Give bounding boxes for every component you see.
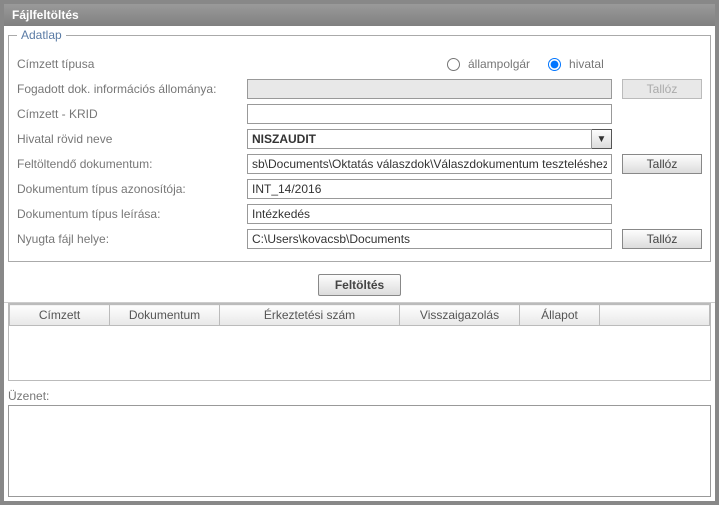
- results-table: Címzett Dokumentum Érkeztetési szám Viss…: [9, 304, 710, 326]
- col-erkeztetesi[interactable]: Érkeztetési szám: [220, 305, 400, 326]
- label-cimzett-krid: Címzett - KRID: [17, 107, 247, 121]
- input-dok-tipus-azon[interactable]: [247, 179, 612, 199]
- window-title: Fájlfeltöltés: [12, 8, 79, 22]
- label-feltoltendo: Feltöltendő dokumentum:: [17, 157, 247, 171]
- browse-feltoltendo-button[interactable]: Tallóz: [622, 154, 702, 174]
- input-feltoltendo[interactable]: [247, 154, 612, 174]
- label-fogadott-dok: Fogadott dok. információs állománya:: [17, 82, 247, 96]
- title-bar: Fájlfeltöltés: [4, 4, 715, 26]
- input-dok-tipus-leiras[interactable]: [247, 204, 612, 224]
- results-table-area: Címzett Dokumentum Érkeztetési szám Viss…: [8, 303, 711, 381]
- row-fogadott-dok: Fogadott dok. információs állománya: Tal…: [17, 78, 702, 100]
- label-hivatal-rovid: Hivatal rövid neve: [17, 132, 247, 146]
- col-empty: [600, 305, 710, 326]
- adatlap-fieldset: Adatlap Címzett típusa állampolgár hivat…: [8, 28, 711, 262]
- row-cimzett-tipusa: Címzett típusa állampolgár hivatal: [17, 53, 702, 75]
- upload-row: Feltöltés: [4, 268, 715, 303]
- radio-hivatal-text: hivatal: [569, 57, 604, 71]
- browse-fogadott-button: Tallóz: [622, 79, 702, 99]
- label-dok-tipus-leiras: Dokumentum típus leírása:: [17, 207, 247, 221]
- window: Fájlfeltöltés Adatlap Címzett típusa áll…: [0, 0, 719, 505]
- radio-allampolgar-label[interactable]: állampolgár: [447, 57, 530, 71]
- input-cimzett-krid[interactable]: [247, 104, 612, 124]
- col-visszaigazolas[interactable]: Visszaigazolás: [400, 305, 520, 326]
- message-section: Üzenet:: [8, 389, 711, 497]
- row-nyugta-helye: Nyugta fájl helye: Tallóz: [17, 228, 702, 250]
- browse-nyugta-button[interactable]: Tallóz: [622, 229, 702, 249]
- input-nyugta-helye[interactable]: [247, 229, 612, 249]
- message-label: Üzenet:: [8, 389, 711, 403]
- radio-allampolgar[interactable]: [447, 58, 460, 71]
- row-cimzett-krid: Címzett - KRID: [17, 103, 702, 125]
- col-dokumentum[interactable]: Dokumentum: [110, 305, 220, 326]
- radio-hivatal-label[interactable]: hivatal: [548, 57, 604, 71]
- fieldset-legend: Adatlap: [17, 28, 66, 42]
- chevron-down-icon: ▼: [597, 134, 607, 145]
- row-dok-tipus-azon: Dokumentum típus azonosítója:: [17, 178, 702, 200]
- hivatal-dropdown-button[interactable]: ▼: [592, 129, 612, 149]
- cimzett-radio-group: állampolgár hivatal: [447, 57, 604, 71]
- col-cimzett[interactable]: Címzett: [10, 305, 110, 326]
- row-dok-tipus-leiras: Dokumentum típus leírása:: [17, 203, 702, 225]
- col-allapot[interactable]: Állapot: [520, 305, 600, 326]
- radio-allampolgar-text: állampolgár: [468, 57, 530, 71]
- content-area: Adatlap Címzett típusa állampolgár hivat…: [4, 28, 715, 497]
- input-fogadott-dok: [247, 79, 612, 99]
- row-hivatal-rovid: Hivatal rövid neve ▼: [17, 128, 702, 150]
- label-cimzett-tipusa: Címzett típusa: [17, 57, 247, 71]
- label-nyugta-helye: Nyugta fájl helye:: [17, 232, 247, 246]
- upload-button[interactable]: Feltöltés: [318, 274, 401, 296]
- input-hivatal-rovid[interactable]: [247, 129, 592, 149]
- label-dok-tipus-azon: Dokumentum típus azonosítója:: [17, 182, 247, 196]
- radio-hivatal[interactable]: [548, 58, 561, 71]
- row-feltoltendo: Feltöltendő dokumentum: Tallóz: [17, 153, 702, 175]
- message-box[interactable]: [8, 405, 711, 497]
